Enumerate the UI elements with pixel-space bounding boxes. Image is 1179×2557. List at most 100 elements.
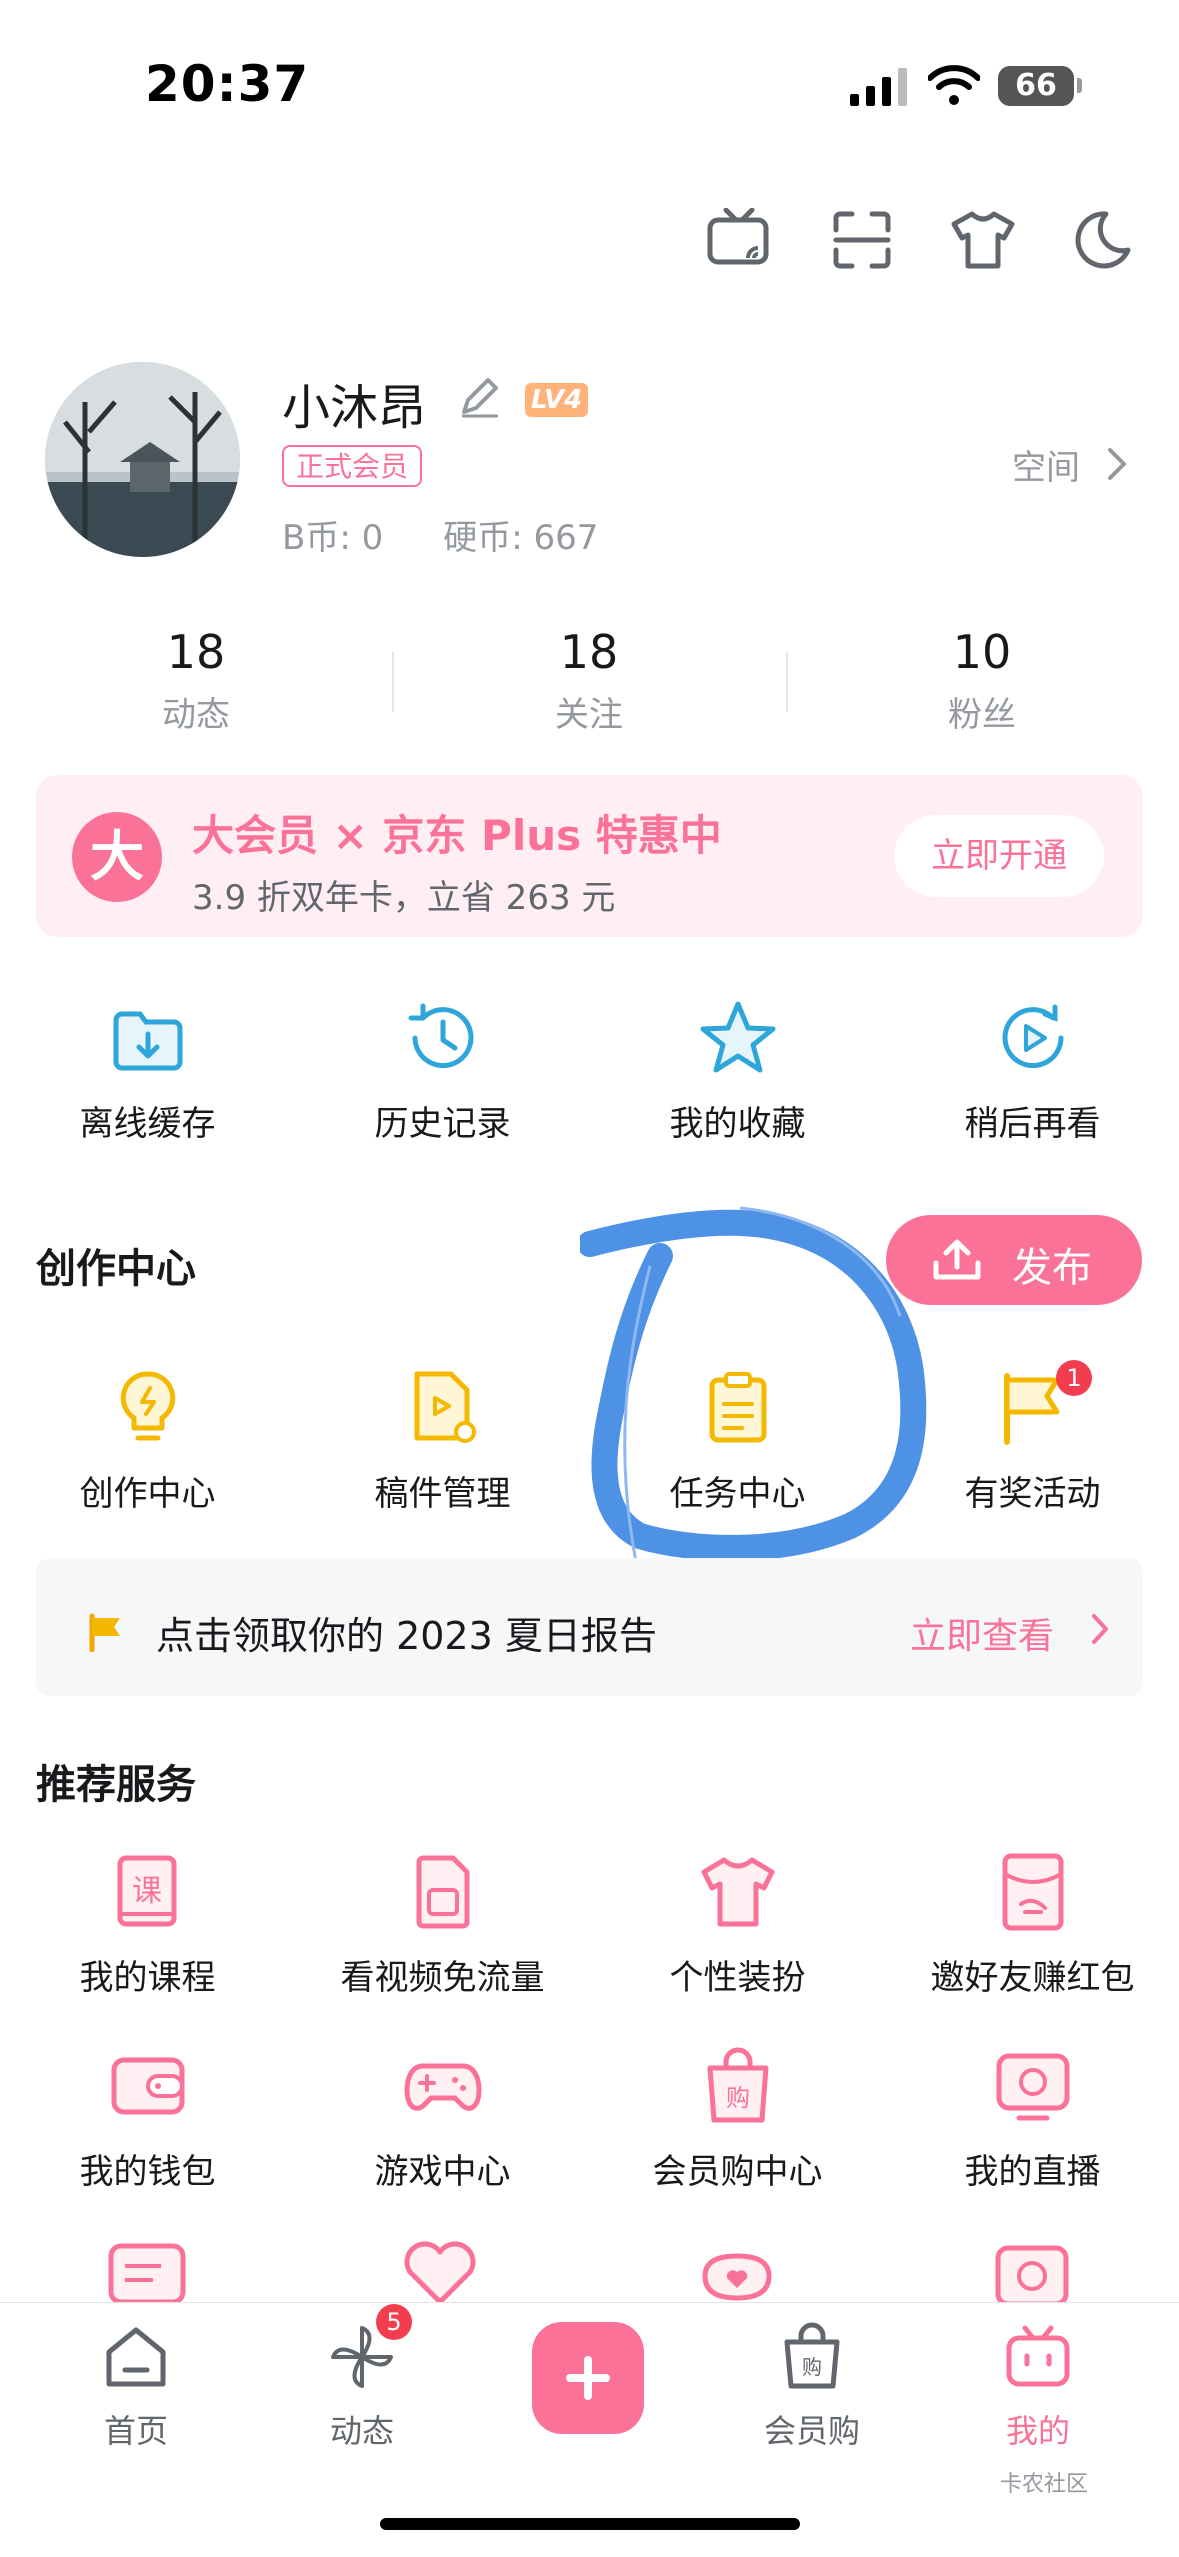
- wallet-icon: [108, 2046, 188, 2126]
- vip-open-button[interactable]: 立即开通: [894, 815, 1104, 897]
- stat-following[interactable]: 18 关注: [393, 625, 785, 736]
- quick-label: 我的收藏: [669, 1104, 806, 1144]
- tab-label: 首页: [103, 2412, 168, 2450]
- cast-tv-icon[interactable]: [706, 208, 772, 268]
- history-clock-icon: [403, 998, 483, 1078]
- service-label: 看视频免流量: [340, 1958, 545, 1998]
- gamepad-icon: [403, 2046, 483, 2126]
- tv-mine-icon: [1003, 2322, 1073, 2392]
- tab-dynamics[interactable]: 动态: [282, 2322, 442, 2452]
- tab-member-shop[interactable]: 购 会员购: [732, 2322, 892, 2452]
- report-view-link[interactable]: 立即查看: [910, 1607, 1054, 1659]
- battery-tip: [1077, 78, 1082, 93]
- hard-coin: 硬币: 667: [443, 518, 599, 558]
- service-label: 邀好友赚红包: [930, 1958, 1135, 1998]
- heart-icon[interactable]: [400, 2238, 480, 2308]
- tab-mine[interactable]: 我的: [958, 2322, 1118, 2452]
- creation-label: 创作中心: [79, 1474, 216, 1514]
- stat-dynamics[interactable]: 18 动态: [0, 625, 392, 736]
- tab-label: 我的: [1005, 2412, 1070, 2450]
- service-my-course[interactable]: 课 我的课程: [0, 1852, 295, 1999]
- tab-label: 会员购: [763, 2412, 860, 2450]
- star-icon: [698, 998, 778, 1078]
- service-my-live[interactable]: 我的直播: [885, 2046, 1179, 2193]
- quick-label: 历史记录: [374, 1104, 511, 1144]
- service-label: 我的课程: [79, 1958, 216, 1998]
- service-wallet[interactable]: 我的钱包: [0, 2046, 295, 2193]
- creation-section-title: 创作中心: [36, 1246, 196, 1292]
- space-label: 空间: [1012, 448, 1080, 488]
- watermark: 卡农社区: [1000, 2472, 1089, 2497]
- service-label: 个性装扮: [669, 1958, 806, 1998]
- scribble-annotation: [580, 1196, 940, 1596]
- service-label: 我的直播: [964, 2152, 1101, 2192]
- wifi-icon: [928, 64, 980, 106]
- stat-fans[interactable]: 10 粉丝: [786, 625, 1178, 736]
- level-badge: LV4: [525, 383, 589, 417]
- scan-icon[interactable]: [832, 210, 892, 270]
- chevron-right-icon: [1090, 1612, 1110, 1646]
- shopping-bag-icon: 购: [698, 2046, 778, 2126]
- edit-pencil-icon[interactable]: [458, 374, 502, 418]
- service-member-shop[interactable]: 购 会员购中心: [590, 2046, 885, 2193]
- vip-big-icon: 大: [72, 812, 162, 902]
- tab-home[interactable]: 首页: [56, 2322, 216, 2452]
- svg-text:购: 购: [802, 2355, 822, 2379]
- flag-small-icon: [86, 1612, 126, 1652]
- chevron-right-icon: [1106, 446, 1128, 482]
- stat-number: 10: [952, 625, 1012, 679]
- course-book-icon: 课: [108, 1852, 188, 1932]
- love-basket-icon[interactable]: [697, 2246, 777, 2306]
- service-label: 游戏中心: [374, 2152, 511, 2192]
- quick-favorites[interactable]: 我的收藏: [590, 998, 885, 1145]
- publish-label: 发布: [1012, 1245, 1092, 1291]
- service-free-data[interactable]: 看视频免流量: [295, 1852, 590, 1999]
- bag-icon: 购: [777, 2322, 847, 2392]
- live-tv-icon: [993, 2046, 1073, 2126]
- stat-label: 动态: [162, 695, 230, 735]
- status-time: 20:37: [145, 55, 310, 113]
- stat-label: 粉丝: [948, 695, 1016, 735]
- manuscript-manage-item[interactable]: 稿件管理: [295, 1368, 590, 1515]
- quick-history[interactable]: 历史记录: [295, 998, 590, 1145]
- battery-indicator: 66: [998, 66, 1074, 106]
- svg-text:购: 购: [726, 2084, 750, 2112]
- stat-number: 18: [559, 625, 619, 679]
- quick-watch-later[interactable]: 稍后再看: [885, 998, 1179, 1145]
- creation-label: 稿件管理: [374, 1474, 511, 1514]
- service-invite-friends[interactable]: 邀好友赚红包: [885, 1852, 1179, 1999]
- member-tag: 正式会员: [282, 445, 423, 487]
- manuscript-icon: [403, 1368, 483, 1448]
- vip-subtitle: 3.9 折双年卡，立省 263 元: [192, 878, 616, 918]
- night-mode-icon[interactable]: [1072, 210, 1132, 270]
- service-label: 会员购中心: [652, 2152, 823, 2192]
- svg-text:课: 课: [132, 1874, 162, 1909]
- sim-card-icon: [403, 1852, 483, 1932]
- service-decoration[interactable]: 个性装扮: [590, 1852, 885, 1999]
- quick-offline-cache[interactable]: 离线缓存: [0, 998, 295, 1145]
- stat-label: 关注: [555, 695, 623, 735]
- quick-label: 稍后再看: [964, 1104, 1101, 1144]
- vip-title: 大会员 × 京东 Plus 特惠中: [192, 811, 722, 860]
- watch-later-icon: [993, 998, 1073, 1078]
- avatar[interactable]: [45, 362, 240, 557]
- service-label: 我的钱包: [79, 2152, 216, 2192]
- reward-activity-badge: 1: [1056, 1360, 1092, 1396]
- services-section-title: 推荐服务: [36, 1762, 196, 1808]
- message-icon[interactable]: [107, 2240, 187, 2310]
- home-icon: [101, 2322, 171, 2392]
- camera-icon[interactable]: [992, 2242, 1072, 2308]
- service-game-center[interactable]: 游戏中心: [295, 2046, 590, 2193]
- dynamics-badge: 5: [376, 2304, 412, 2340]
- space-link[interactable]: 空间: [1012, 440, 1080, 489]
- creation-center-item[interactable]: 创作中心: [0, 1368, 295, 1515]
- red-packet-icon: [993, 1852, 1073, 1932]
- create-plus-button[interactable]: [532, 2322, 644, 2434]
- tab-label: 动态: [329, 2412, 394, 2450]
- quick-label: 离线缓存: [79, 1104, 216, 1144]
- coins-row: B币: 0 硬币: 667: [282, 510, 658, 559]
- stat-number: 18: [166, 625, 226, 679]
- plus-icon: [566, 2356, 610, 2400]
- signal-icon: [850, 68, 908, 106]
- tshirt-icon[interactable]: [950, 210, 1016, 270]
